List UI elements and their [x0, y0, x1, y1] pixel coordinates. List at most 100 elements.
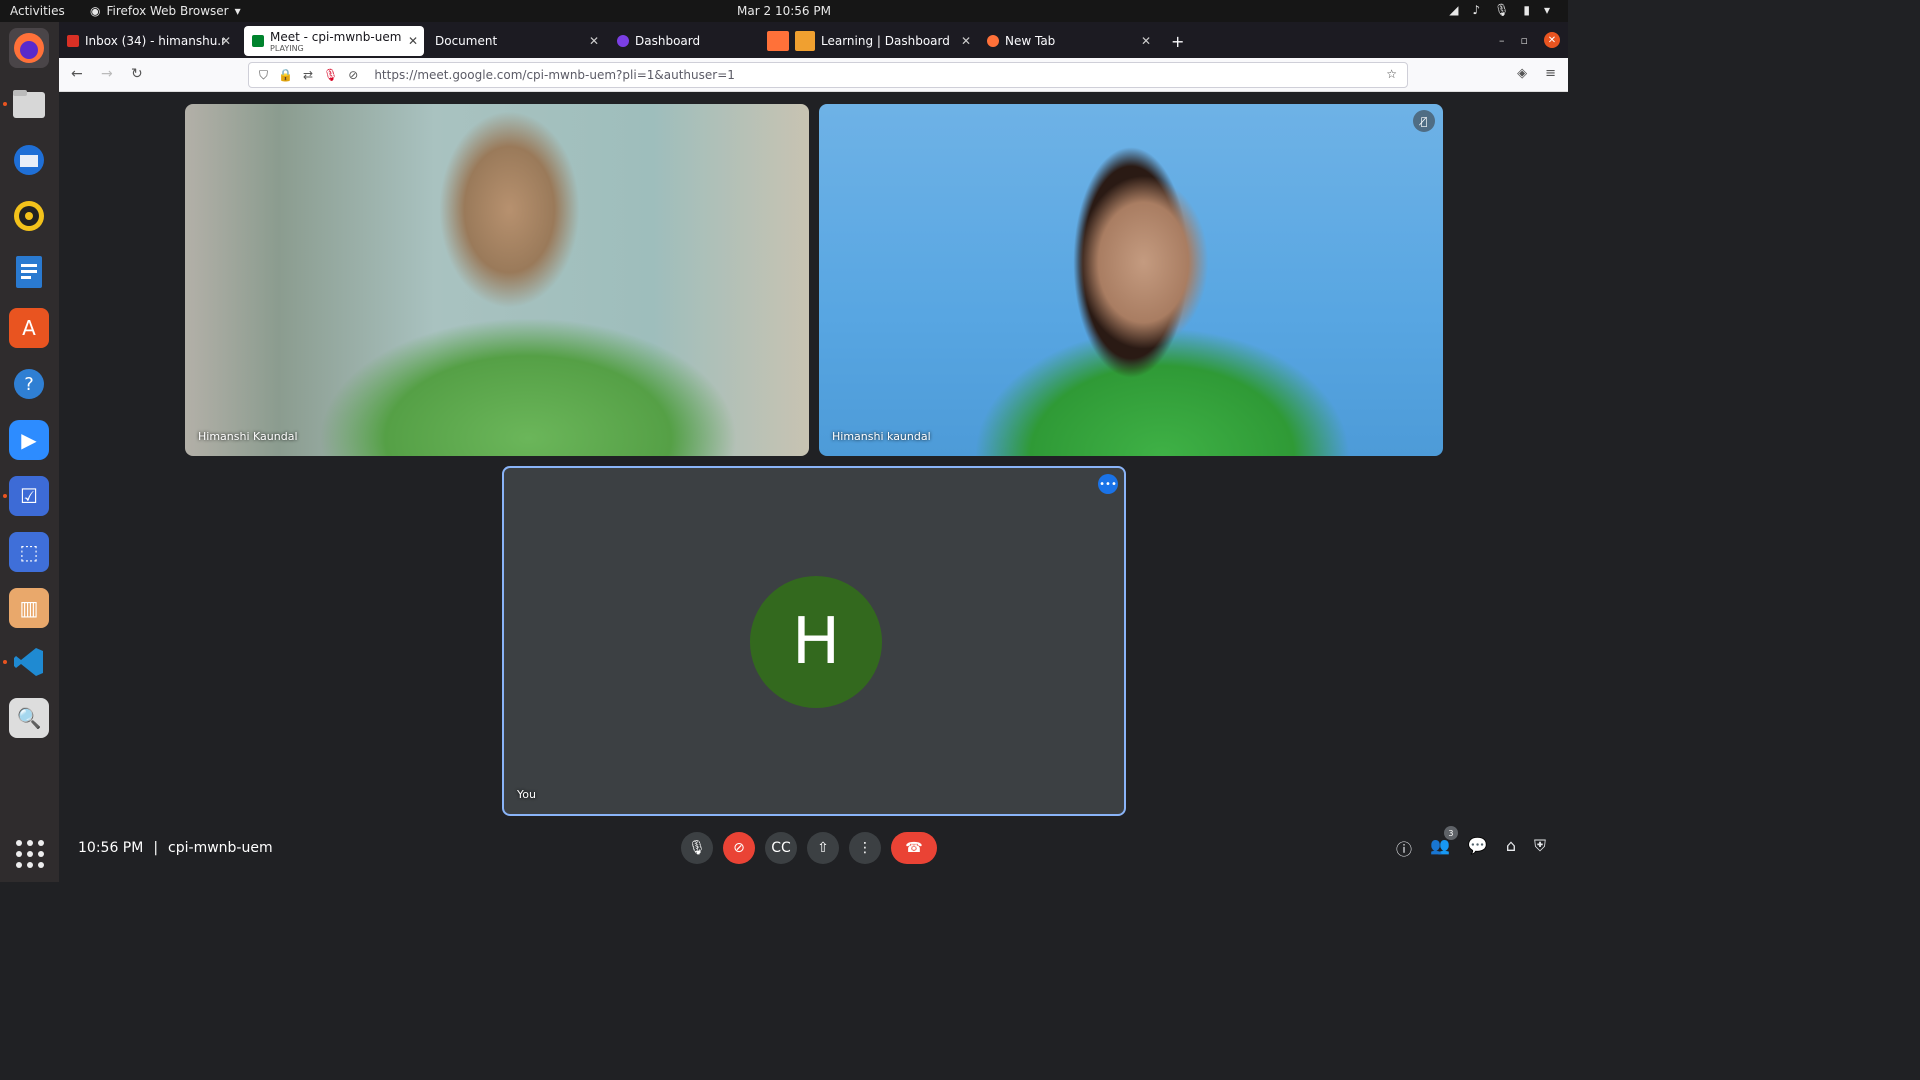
- battery-icon: ▮: [1523, 3, 1530, 17]
- navigation-bar: ← → ↻ ⛉ 🔒 ⇄ 🎙 ⊘ https://meet.google.com/…: [59, 58, 1568, 92]
- host-controls-icon[interactable]: ⛨: [1534, 836, 1546, 860]
- chat-icon[interactable]: 💬: [1468, 836, 1488, 860]
- tab-playing-label: PLAYING: [270, 43, 304, 53]
- microphone-icon: 🎙: [1494, 3, 1510, 17]
- leave-call-button[interactable]: ☎: [891, 832, 937, 864]
- menu-icon[interactable]: ≡: [1545, 66, 1556, 81]
- tab-learning-dashboard[interactable]: Learning | Dashboard ✕: [759, 26, 977, 56]
- camera-blocked-icon[interactable]: ⊘: [348, 68, 358, 82]
- more-options-button[interactable]: ⋮: [849, 832, 881, 864]
- url-text[interactable]: https://meet.google.com/cpi-mwnb-uem?pli…: [374, 68, 735, 82]
- participant-tile[interactable]: Himanshi Kaundal: [185, 104, 809, 456]
- tab-bar: Inbox (34) - himanshu.rav ✕ Meet - cpi-m…: [59, 22, 1568, 58]
- meet-icon: [252, 35, 264, 47]
- wifi-icon: ◢: [1449, 3, 1459, 17]
- volume-icon: ♪: [1472, 3, 1481, 17]
- activities-icon[interactable]: ⌂: [1506, 836, 1516, 860]
- tab-title: Learning | Dashboard: [821, 34, 950, 48]
- microphone-toggle-button[interactable]: 🎙: [681, 832, 713, 864]
- archive-icon[interactable]: ▥: [9, 588, 49, 628]
- people-count-badge: 3: [1443, 826, 1458, 840]
- zoom-icon[interactable]: ▶: [9, 420, 49, 460]
- call-controls: 🎙 ⊘ CC ⇧ ⋮ ☎: [681, 832, 937, 864]
- tab-title: New Tab: [1005, 34, 1056, 48]
- close-icon[interactable]: ✕: [589, 34, 599, 48]
- muted-microphone-icon: 🎙̸: [1413, 110, 1435, 132]
- tab-meet[interactable]: Meet - cpi-mwnb-uem PLAYING ✕: [244, 26, 424, 56]
- pocket-icon[interactable]: ◈: [1517, 66, 1527, 81]
- bookmark-star-icon[interactable]: ☆: [1386, 67, 1397, 81]
- present-screen-button[interactable]: ⇧: [807, 832, 839, 864]
- rhythmbox-icon[interactable]: [9, 196, 49, 236]
- close-icon[interactable]: ✕: [221, 34, 231, 48]
- tab-document[interactable]: Document ✕: [427, 26, 605, 56]
- writer-icon[interactable]: [9, 252, 49, 292]
- camera-off-button[interactable]: ⊘: [723, 832, 755, 864]
- search-icon[interactable]: 🔍: [9, 698, 49, 738]
- microphone-icon[interactable]: 🎙: [323, 68, 338, 82]
- close-window-icon[interactable]: ✕: [1544, 32, 1560, 48]
- url-bar[interactable]: ⛉ 🔒 ⇄ 🎙 ⊘ https://meet.google.com/cpi-mw…: [248, 62, 1408, 88]
- close-icon[interactable]: ✕: [1141, 34, 1151, 48]
- people-button[interactable]: 👥 3: [1430, 826, 1458, 860]
- software-center-icon[interactable]: A: [9, 308, 49, 348]
- meeting-details-icon[interactable]: ⓘ: [1396, 836, 1412, 860]
- tab-dashboard[interactable]: Dashboard: [609, 26, 759, 56]
- participant-name: Himanshi kaundal: [832, 430, 931, 443]
- participant-tile[interactable]: 🎙̸ Himanshi kaundal: [819, 104, 1443, 456]
- firefox-icon: [987, 35, 999, 47]
- captions-button[interactable]: CC: [765, 832, 797, 864]
- show-applications-icon[interactable]: [16, 840, 44, 868]
- vscode-icon[interactable]: [9, 642, 49, 682]
- tab-title: Inbox (34) - himanshu.rav: [85, 34, 225, 48]
- close-icon[interactable]: ✕: [961, 34, 971, 48]
- running-indicator: [3, 102, 7, 106]
- running-indicator: [3, 494, 7, 498]
- help-icon[interactable]: ?: [9, 364, 49, 404]
- reload-icon[interactable]: ↻: [131, 66, 143, 82]
- firefox-icon[interactable]: [9, 28, 49, 68]
- dashboard-icon: [617, 35, 629, 47]
- participant-name: Himanshi Kaundal: [198, 430, 298, 443]
- running-indicator: [3, 660, 7, 664]
- tasks-icon[interactable]: ☑: [9, 476, 49, 516]
- svg-text:?: ?: [24, 374, 34, 395]
- lock-icon[interactable]: 🔒: [278, 68, 293, 82]
- side-panel-controls: ⓘ 👥 3 💬 ⌂ ⛨: [1396, 826, 1546, 860]
- tab-title: Dashboard: [635, 34, 701, 48]
- toolbar-right: ◈ ≡: [1517, 66, 1556, 81]
- thunderbird-icon[interactable]: [9, 140, 49, 180]
- new-tab-button[interactable]: +: [1163, 26, 1193, 56]
- back-icon[interactable]: ←: [71, 66, 83, 82]
- self-tile[interactable]: ••• H You: [502, 466, 1126, 816]
- screenshot-icon[interactable]: ⬚: [9, 532, 49, 572]
- avatar: H: [750, 576, 882, 708]
- tab-new-tab[interactable]: New Tab ✕: [979, 26, 1157, 56]
- system-top-bar: Activities ◉ Firefox Web Browser ▾ Mar 2…: [0, 0, 1568, 22]
- permissions-icon[interactable]: ⇄: [303, 68, 313, 82]
- system-clock[interactable]: Mar 2 10:56 PM: [0, 4, 1568, 18]
- tab-inbox[interactable]: Inbox (34) - himanshu.rav ✕: [59, 26, 237, 56]
- meeting-time: 10:56 PM: [78, 840, 144, 856]
- chevron-down-icon: ▾: [1543, 3, 1550, 17]
- window-controls: – ▫ ✕: [1499, 32, 1560, 48]
- tab-title: Meet - cpi-mwnb-uem: [270, 29, 402, 44]
- dock: A ? ▶ ☑ ⬚ ▥ 🔍: [0, 22, 59, 882]
- meeting-code[interactable]: cpi-mwnb-uem: [168, 840, 273, 856]
- meet-stage: Himanshi Kaundal 🎙̸ Himanshi kaundal •••…: [59, 92, 1568, 882]
- shield-icon[interactable]: ⛉: [259, 68, 268, 83]
- tab-title: Document: [435, 34, 498, 48]
- system-tray[interactable]: ◢ ♪ 🎙 ▮ ▾: [1449, 3, 1550, 17]
- microphone-icon: [795, 31, 815, 51]
- meeting-separator: |: [153, 840, 159, 856]
- more-options-icon[interactable]: •••: [1098, 474, 1118, 494]
- gmail-icon: [67, 35, 79, 47]
- firefox-icon: [767, 31, 789, 51]
- restore-icon[interactable]: ▫: [1521, 34, 1528, 47]
- self-name: You: [517, 788, 536, 801]
- forward-icon[interactable]: →: [101, 66, 113, 82]
- meeting-controls-bar: 10:56 PM | cpi-mwnb-uem 🎙 ⊘ CC ⇧ ⋮ ☎ ⓘ 👥…: [59, 818, 1568, 882]
- close-icon[interactable]: ✕: [408, 34, 418, 48]
- files-icon[interactable]: [9, 84, 49, 124]
- minimize-icon[interactable]: –: [1499, 34, 1505, 47]
